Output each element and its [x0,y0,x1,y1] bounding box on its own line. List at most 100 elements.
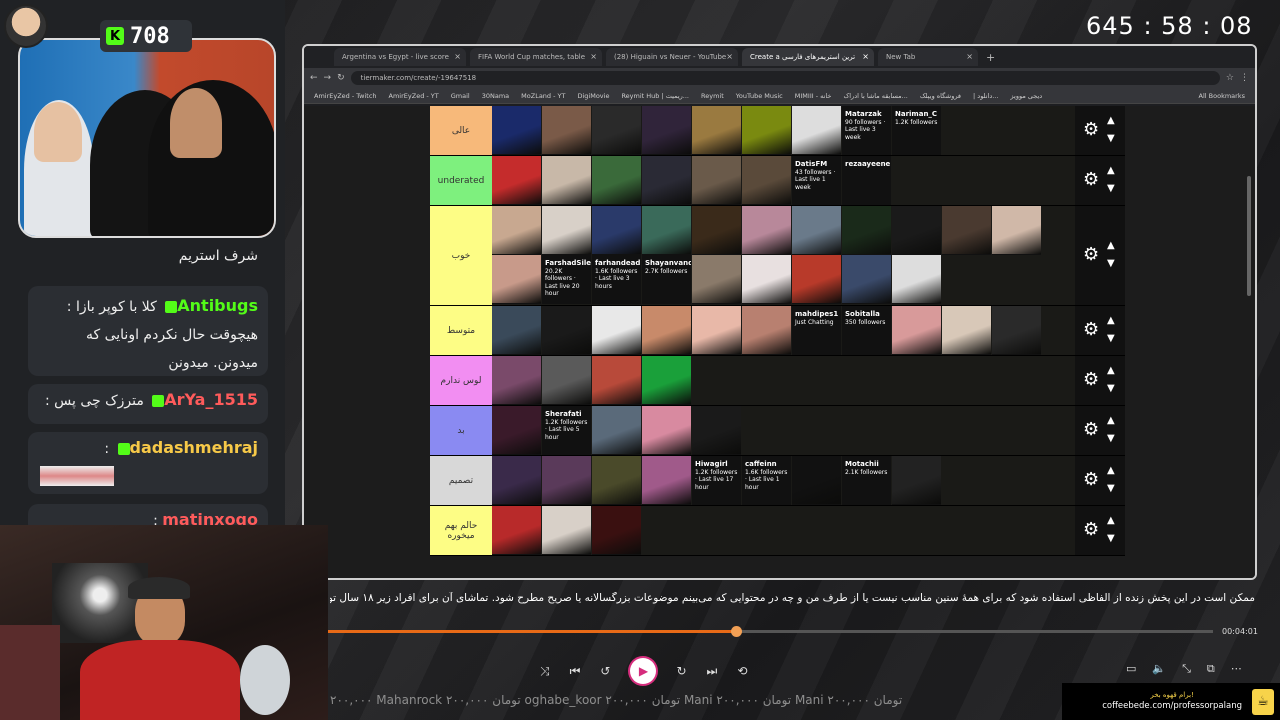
move-up-icon[interactable]: ▲ [1107,115,1115,126]
close-icon[interactable]: × [966,52,973,61]
browser-tab[interactable]: Create a ترین استریمرهای فارسی × [742,48,874,66]
reload-icon[interactable]: ↻ [337,73,345,83]
streamer-card[interactable]: Motachii 2.1K followers [842,456,891,505]
bookmark-item[interactable]: دیجی موویز [1010,92,1042,100]
tier-label[interactable]: حالم بهم میخوره [430,506,492,555]
streamer-image[interactable] [642,106,691,155]
repeat-icon[interactable]: ⟲ [737,664,747,678]
streamer-card[interactable]: Shayanvandet2.7K followers [642,255,691,304]
browser-tab[interactable]: Argentina vs Egypt - live score × [334,48,466,66]
settings-gear-icon[interactable]: ⚙ [1083,244,1099,265]
tier-label[interactable]: تصمیم [430,456,492,505]
move-down-icon[interactable]: ▼ [1107,383,1115,394]
bookmark-item[interactable]: DigiMovie [577,92,609,100]
move-down-icon[interactable]: ▼ [1107,258,1115,269]
streamer-image[interactable] [742,206,791,255]
streamer-image[interactable] [992,206,1041,255]
streamer-image[interactable] [542,506,591,555]
streamer-image[interactable] [492,255,541,304]
tier-label[interactable]: لوس ندارم [430,356,492,405]
streamer-image[interactable] [492,206,541,255]
settings-gear-icon[interactable]: ⚙ [1083,469,1099,490]
bookmark-item[interactable]: Reymit Hub | ریمیت... [621,92,689,100]
close-icon[interactable]: × [862,52,869,61]
settings-gear-icon[interactable]: ⚙ [1083,419,1099,440]
chat-username[interactable]: dadashmehraj [130,438,259,457]
move-down-icon[interactable]: ▼ [1107,533,1115,544]
streamer-image[interactable] [692,206,741,255]
streamer-image[interactable] [542,206,591,255]
streamer-image[interactable] [942,206,991,255]
forward-icon[interactable]: → [324,73,332,83]
streamer-card[interactable]: Sobitalla 350 followers [842,306,891,355]
settings-gear-icon[interactable]: ⚙ [1083,519,1099,540]
streamer-image[interactable] [542,356,591,405]
streamer-image[interactable] [542,106,591,155]
streamer-card[interactable]: Hiwagirl 1.2K followers · Last live 17 ho… [692,456,741,505]
browser-tab[interactable]: New Tab × [878,48,978,66]
streamer-image[interactable] [592,356,641,405]
streamer-image[interactable] [642,406,691,455]
bookmark-item[interactable]: | دانلود... [973,92,998,100]
bookmark-item[interactable]: فروشگاه ویپلک [920,92,961,100]
streamer-image[interactable] [592,506,641,555]
move-down-icon[interactable]: ▼ [1107,183,1115,194]
more-icon[interactable]: ⋯ [1231,662,1242,676]
streamer-image[interactable] [642,456,691,505]
close-icon[interactable]: × [454,52,461,61]
move-up-icon[interactable]: ▲ [1107,240,1115,251]
move-up-icon[interactable]: ▲ [1107,365,1115,376]
menu-icon[interactable]: ⋮ [1240,73,1249,83]
volume-icon[interactable]: 🔈 [1152,662,1166,676]
settings-gear-icon[interactable]: ⚙ [1083,119,1099,140]
streamer-image[interactable] [742,156,791,205]
progress-bar[interactable] [295,626,1213,637]
captions-icon[interactable]: ▭ [1126,662,1136,676]
streamer-image[interactable] [692,306,741,355]
settings-gear-icon[interactable]: ⚙ [1083,319,1099,340]
streamer-image[interactable] [592,206,641,255]
extensions-icon[interactable]: ☆ [1226,73,1234,83]
play-button[interactable]: ▶ [630,658,657,684]
streamer-card[interactable]: FarshadSile 20.2K followers · Last live 2… [542,255,591,304]
streamer-image[interactable] [892,206,941,255]
streamer-image[interactable] [592,156,641,205]
streamer-image[interactable] [742,306,791,355]
back-icon[interactable]: ← [310,73,318,83]
bookmark-item[interactable]: MoZLand - YT [521,92,565,100]
streamer-image[interactable] [992,306,1041,355]
streamer-image[interactable] [642,156,691,205]
streamer-image[interactable] [942,306,991,355]
close-icon[interactable]: × [590,52,597,61]
close-icon[interactable]: × [726,52,733,61]
streamer-image[interactable] [592,456,641,505]
streamer-card[interactable]: rezaayeene [842,156,891,205]
chat-username[interactable]: Antibugs [177,296,258,315]
move-down-icon[interactable]: ▼ [1107,433,1115,444]
move-up-icon[interactable]: ▲ [1107,515,1115,526]
minimize-icon[interactable]: ⤡ [1182,662,1191,676]
settings-gear-icon[interactable]: ⚙ [1083,169,1099,190]
streamer-card[interactable]: DatisFM 43 followers · Last live 1 week [792,156,841,205]
streamer-image[interactable] [492,456,541,505]
streamer-image[interactable] [892,306,941,355]
streamer-image[interactable] [492,406,541,455]
streamer-image[interactable] [542,156,591,205]
streamer-image[interactable] [542,456,591,505]
streamer-image[interactable] [592,106,641,155]
move-down-icon[interactable]: ▼ [1107,483,1115,494]
rewind-icon[interactable]: ↺ [600,664,610,678]
streamer-image[interactable] [692,156,741,205]
streamer-image[interactable] [492,356,541,405]
streamer-card[interactable]: Matarzak 90 followers · Last live 3 week [842,106,891,155]
streamer-image[interactable] [642,206,691,255]
progress-knob[interactable] [730,626,742,637]
streamer-image[interactable] [842,206,891,255]
bookmark-item[interactable]: 30Nama [482,92,509,100]
move-up-icon[interactable]: ▲ [1107,315,1115,326]
browser-tab[interactable]: (28) Higuain vs Neuer - YouTube × [606,48,738,66]
streamer-image[interactable] [792,255,841,304]
forward-icon[interactable]: ↻ [676,664,686,678]
streamer-image[interactable] [492,506,541,555]
streamer-card[interactable]: caffeinn 1.6K followers · Last live 1 hou… [742,456,791,505]
